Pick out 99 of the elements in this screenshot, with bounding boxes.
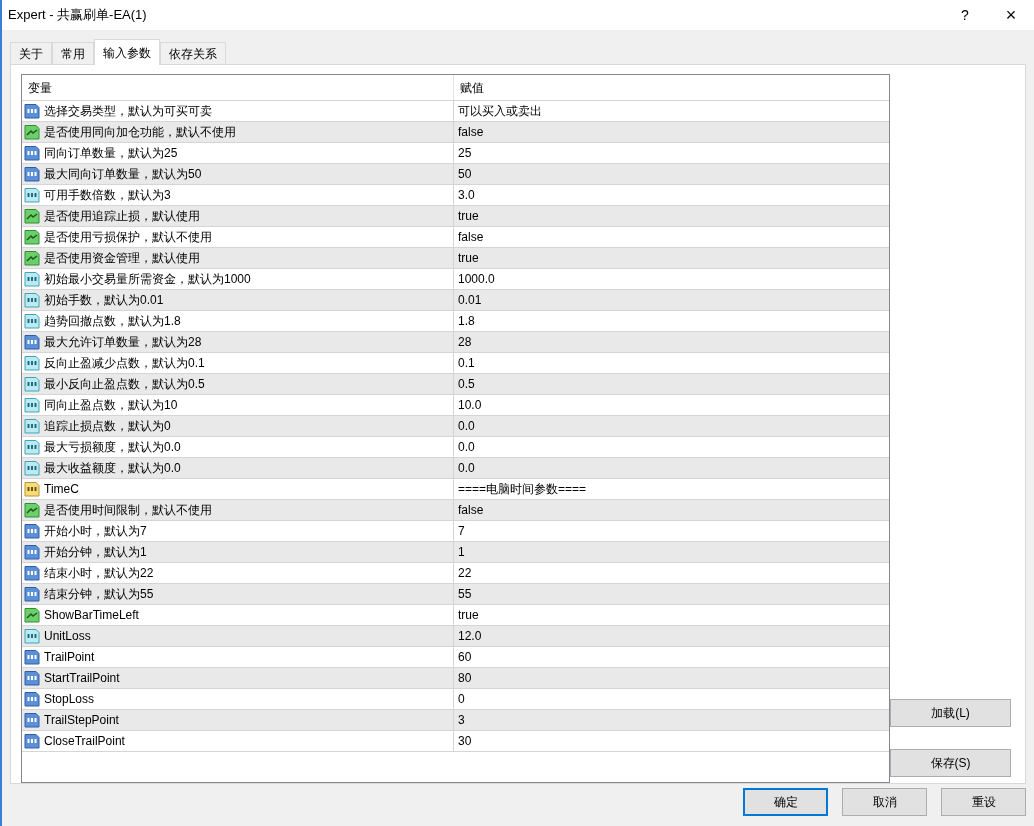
parameter-value[interactable]: 60: [458, 648, 472, 666]
tab[interactable]: 依存关系: [160, 42, 226, 64]
integer-type-icon: [24, 334, 40, 350]
parameter-value[interactable]: 1000.0: [458, 270, 495, 288]
parameter-value[interactable]: 7: [458, 522, 465, 540]
decimal-type-icon: [24, 376, 40, 392]
parameter-name: 可用手数倍数，默认为3: [44, 187, 171, 204]
decimal-type-icon: [24, 355, 40, 371]
parameter-name: ShowBarTimeLeft: [44, 607, 139, 624]
integer-type-icon: [24, 670, 40, 686]
parameter-value[interactable]: 12.0: [458, 627, 482, 645]
parameter-value[interactable]: 0.0: [458, 438, 475, 456]
decimal-type-icon: [24, 418, 40, 434]
parameter-name: 结束分钟，默认为55: [44, 586, 154, 603]
window-title: Expert - 共赢刷单-EA(1): [8, 6, 148, 25]
parameter-value[interactable]: 50: [458, 165, 472, 183]
parameter-value[interactable]: 0.1: [458, 354, 475, 372]
parameter-name: 趋势回撤点数，默认为1.8: [44, 313, 181, 330]
parameter-name: 结束小时，默认为22: [44, 565, 154, 582]
parameter-value[interactable]: 28: [458, 333, 472, 351]
parameter-name: 开始小时，默认为7: [44, 523, 147, 540]
decimal-type-icon: [24, 292, 40, 308]
parameter-name: 是否使用同向加仓功能，默认不使用: [44, 124, 236, 141]
integer-type-icon: [24, 586, 40, 602]
decimal-type-icon: [24, 397, 40, 413]
parameter-value[interactable]: 55: [458, 585, 472, 603]
parameter-value[interactable]: true: [458, 207, 479, 225]
dialog-button[interactable]: 取消: [842, 788, 927, 816]
parameter-name: UnitLoss: [44, 628, 91, 645]
parameter-name: TimeC: [44, 481, 79, 498]
boolean-type-icon: [24, 250, 40, 266]
parameter-value[interactable]: true: [458, 606, 479, 624]
side-button[interactable]: 保存(S): [890, 749, 1011, 777]
parameter-value[interactable]: ====电脑时间参数====: [458, 480, 587, 498]
integer-type-icon: [24, 544, 40, 560]
parameter-value[interactable]: 10.0: [458, 396, 482, 414]
close-button[interactable]: ×: [988, 0, 1034, 30]
parameter-value[interactable]: 1.8: [458, 312, 475, 330]
dialog-button[interactable]: 重设: [941, 788, 1026, 816]
parameter-value[interactable]: 0.0: [458, 459, 475, 477]
column-header[interactable]: 赋值: [454, 75, 889, 100]
parameter-value[interactable]: 30: [458, 732, 472, 750]
dialog-button[interactable]: 确定: [743, 788, 828, 816]
boolean-type-icon: [24, 229, 40, 245]
parameter-name: CloseTrailPoint: [44, 733, 125, 750]
parameter-name: 是否使用资金管理，默认使用: [44, 250, 200, 267]
parameter-name: 是否使用时间限制，默认不使用: [44, 502, 212, 519]
parameter-value[interactable]: 0.5: [458, 375, 475, 393]
boolean-type-icon: [24, 502, 40, 518]
boolean-type-icon: [24, 607, 40, 623]
parameter-name: 追踪止损点数，默认为0: [44, 418, 171, 435]
parameter-name: TrailStepPoint: [44, 712, 119, 729]
tab[interactable]: 关于: [10, 42, 52, 64]
parameter-name: 选择交易类型，默认为可买可卖: [44, 103, 212, 120]
parameter-name: 初始手数，默认为0.01: [44, 292, 164, 309]
parameter-name: 开始分钟，默认为1: [44, 544, 147, 561]
parameter-name: 最大同向订单数量，默认为50: [44, 166, 202, 183]
parameter-value[interactable]: false: [458, 501, 484, 519]
parameter-name: TrailPoint: [44, 649, 95, 666]
boolean-type-icon: [24, 208, 40, 224]
decimal-type-icon: [24, 439, 40, 455]
parameter-name: 最大亏损额度，默认为0.0: [44, 439, 181, 456]
parameter-value[interactable]: 3: [458, 711, 465, 729]
tab[interactable]: 常用: [52, 42, 94, 64]
parameter-value[interactable]: 22: [458, 564, 472, 582]
parameter-name: 反向止盈减少点数，默认为0.1: [44, 355, 205, 372]
parameter-name: 是否使用亏损保护，默认不使用: [44, 229, 212, 246]
side-button[interactable]: 加载(L): [890, 699, 1011, 727]
parameter-value[interactable]: 80: [458, 669, 472, 687]
parameter-value[interactable]: 25: [458, 144, 472, 162]
parameter-value[interactable]: false: [458, 228, 484, 246]
parameter-name: 同向订单数量，默认为25: [44, 145, 178, 162]
parameter-name: 最大收益额度，默认为0.0: [44, 460, 181, 477]
decimal-type-icon: [24, 187, 40, 203]
boolean-type-icon: [24, 124, 40, 140]
parameter-name: 同向止盈点数，默认为10: [44, 397, 178, 414]
parameter-name: 最大允许订单数量，默认为28: [44, 334, 202, 351]
parameter-name: 初始最小交易量所需资金，默认为1000: [44, 271, 251, 288]
parameter-value[interactable]: true: [458, 249, 479, 267]
parameter-value[interactable]: 可以买入或卖出: [458, 102, 542, 120]
decimal-type-icon: [24, 271, 40, 287]
decimal-type-icon: [24, 628, 40, 644]
parameter-value[interactable]: 1: [458, 543, 465, 561]
integer-type-icon: [24, 166, 40, 182]
text-type-icon: [24, 481, 40, 497]
parameter-name: 是否使用追踪止损，默认使用: [44, 208, 200, 225]
integer-type-icon: [24, 712, 40, 728]
parameter-value[interactable]: 0.01: [458, 291, 482, 309]
tab[interactable]: 输入参数: [94, 39, 160, 65]
parameter-value[interactable]: 3.0: [458, 186, 475, 204]
help-button[interactable]: ?: [942, 0, 988, 30]
parameter-value[interactable]: 0.0: [458, 417, 475, 435]
parameter-name: StartTrailPoint: [44, 670, 120, 687]
parameter-name: StopLoss: [44, 691, 95, 708]
decimal-type-icon: [24, 460, 40, 476]
decimal-type-icon: [24, 313, 40, 329]
parameter-value[interactable]: false: [458, 123, 484, 141]
parameter-name: 最小反向止盈点数，默认为0.5: [44, 376, 205, 393]
parameter-value[interactable]: 0: [458, 690, 465, 708]
